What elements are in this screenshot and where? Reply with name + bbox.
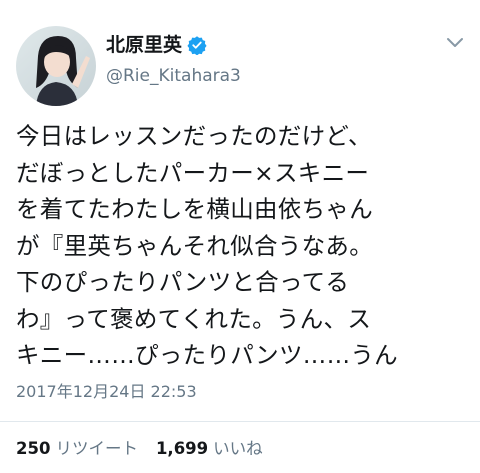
engagement-stats: 250 リツイート 1,699 いいね xyxy=(16,438,263,460)
avatar[interactable] xyxy=(16,26,96,106)
tweet-text-line: 今日はレッスンだったのだけど、 xyxy=(16,122,372,150)
display-name[interactable]: 北原里英 xyxy=(106,32,182,58)
tweet-text-line: だぼっとしたパーカー×スキニー xyxy=(16,158,370,187)
tweet-text-line: が『里英ちゃんそれ似合うなあ。 xyxy=(16,231,373,260)
tweet-text-line: 下のぴったりパンツと合ってる xyxy=(16,268,350,296)
display-name-row[interactable]: 北原里英 xyxy=(106,32,241,58)
retweets-label[interactable]: リツイート xyxy=(55,438,138,460)
likes-count[interactable]: 1,699 xyxy=(156,438,208,460)
tweet-text: 今日はレッスンだったのだけど、 だぼっとしたパーカー×スキニー を着てたわたしを… xyxy=(16,118,472,374)
divider xyxy=(0,421,480,422)
chevron-down-icon[interactable] xyxy=(446,34,464,47)
timestamp[interactable]: 2017年12月24日 22:53 xyxy=(16,381,197,403)
tweet-card: 北原里英 @Rie_Kitahara3 今日はレッスンだったのだけど、 だぼっと… xyxy=(0,0,480,473)
tweet-text-line: を着てたわたしを横山由依ちゃん xyxy=(16,195,373,223)
author-block[interactable]: 北原里英 @Rie_Kitahara3 xyxy=(106,32,241,88)
retweets-count[interactable]: 250 xyxy=(16,438,50,460)
likes-label[interactable]: いいね xyxy=(213,438,263,460)
avatar-photo xyxy=(16,26,96,106)
tweet-text-line: わ』って褒めてくれた。うん、ス xyxy=(16,304,372,333)
handle[interactable]: @Rie_Kitahara3 xyxy=(106,64,241,88)
tweet-text-line: キニー……ぴったりパンツ……うん xyxy=(16,341,398,369)
verified-badge-icon xyxy=(187,35,207,56)
